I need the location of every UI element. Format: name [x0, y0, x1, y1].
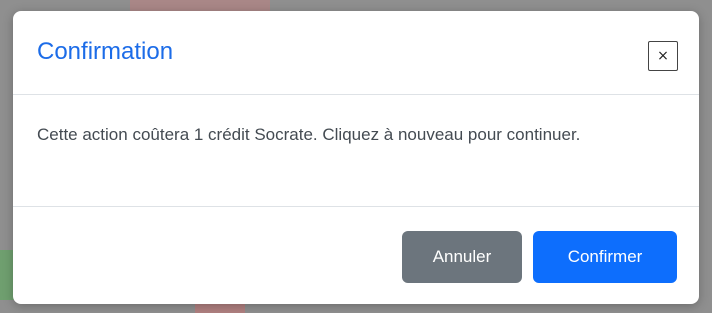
- close-icon: ×: [657, 48, 669, 64]
- dialog-body: Cette action coûtera 1 crédit Socrate. C…: [13, 95, 699, 207]
- dialog-title: Confirmation: [37, 38, 174, 65]
- modal-backdrop[interactable]: Confirmation × Cette action coûtera 1 cr…: [0, 0, 712, 313]
- dialog-header: Confirmation ×: [13, 11, 699, 95]
- dialog-message: Cette action coûtera 1 crédit Socrate. C…: [37, 125, 581, 144]
- confirmation-dialog: Confirmation × Cette action coûtera 1 cr…: [13, 11, 699, 304]
- background-fragment: [0, 250, 14, 300]
- cancel-button[interactable]: Annuler: [402, 231, 522, 283]
- close-button[interactable]: ×: [648, 41, 678, 71]
- confirm-button[interactable]: Confirmer: [533, 231, 677, 283]
- dialog-footer: Annuler Confirmer: [13, 207, 699, 304]
